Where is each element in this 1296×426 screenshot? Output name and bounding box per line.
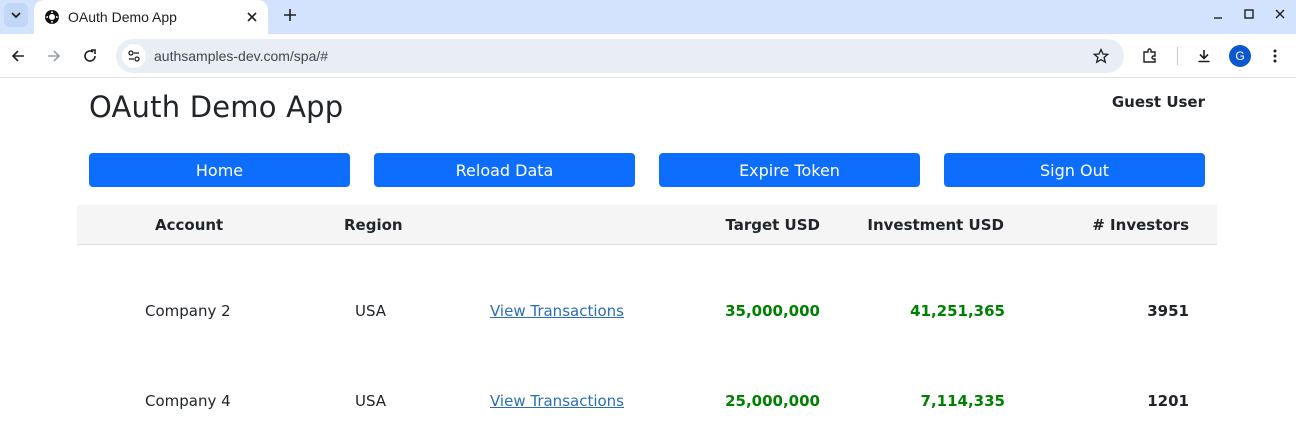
region-cell: USA xyxy=(355,302,387,320)
maximize-button[interactable] xyxy=(1239,4,1259,24)
column-header-target: Target USD xyxy=(725,216,820,234)
sign-out-button[interactable]: Sign Out xyxy=(944,153,1205,187)
profile-avatar[interactable]: G xyxy=(1229,45,1251,67)
download-icon xyxy=(1198,50,1210,63)
table-header xyxy=(77,205,1217,245)
browser-toolbar: authsamples-dev.com/spa/# G xyxy=(0,34,1296,78)
site-info-icon[interactable] xyxy=(122,44,146,68)
puzzle-icon xyxy=(1143,48,1156,63)
view-transactions-link[interactable]: View Transactions xyxy=(490,392,624,410)
close-icon[interactable] xyxy=(244,9,260,25)
arrow-right-icon xyxy=(48,50,61,62)
region-cell: USA xyxy=(355,392,387,410)
forward-button[interactable] xyxy=(42,44,66,68)
arrow-left-icon xyxy=(11,50,24,62)
back-button[interactable] xyxy=(6,44,30,68)
tab-strip: OAuth Demo App xyxy=(0,0,1296,34)
account-cell: Company 2 xyxy=(145,302,231,320)
page-title: OAuth Demo App xyxy=(89,90,344,124)
active-tab[interactable]: OAuth Demo App xyxy=(34,0,268,34)
expire-token-button[interactable]: Expire Token xyxy=(659,153,920,187)
bookmark-star-icon[interactable] xyxy=(1092,47,1110,65)
close-icon xyxy=(1275,9,1285,19)
more-vert-icon xyxy=(1273,49,1277,63)
home-button[interactable]: Home xyxy=(89,153,350,187)
minimize-icon xyxy=(1214,17,1222,19)
investors-cell: 1201 xyxy=(1147,392,1189,410)
new-tab-button[interactable] xyxy=(278,3,302,27)
column-header-investors: # Investors xyxy=(1092,216,1189,234)
reload-data-button[interactable]: Reload Data xyxy=(374,153,635,187)
extensions-button[interactable] xyxy=(1138,44,1162,68)
favicon-icon xyxy=(44,9,60,25)
maximize-icon xyxy=(1244,9,1254,19)
close-window-button[interactable] xyxy=(1270,4,1290,24)
investment-cell: 41,251,365 xyxy=(910,302,1005,320)
url-text[interactable]: authsamples-dev.com/spa/# xyxy=(154,48,328,64)
browser-menu-button[interactable] xyxy=(1263,44,1287,68)
investment-cell: 7,114,335 xyxy=(920,392,1005,410)
column-header-region: Region xyxy=(344,216,403,234)
target-cell: 25,000,000 xyxy=(725,392,820,410)
downloads-button[interactable] xyxy=(1192,44,1216,68)
tab-search-button[interactable] xyxy=(4,3,28,27)
reload-button[interactable] xyxy=(78,44,102,68)
tab-title: OAuth Demo App xyxy=(68,9,177,25)
target-cell: 35,000,000 xyxy=(725,302,820,320)
page-content: OAuth Demo App Guest User Home Reload Da… xyxy=(0,79,1296,426)
user-name: Guest User xyxy=(1111,93,1205,111)
reload-icon xyxy=(84,49,96,62)
column-header-investment: Investment USD xyxy=(867,216,1004,234)
view-transactions-link[interactable]: View Transactions xyxy=(490,302,624,320)
account-cell: Company 4 xyxy=(145,392,231,410)
column-header-account: Account xyxy=(155,216,224,234)
investors-cell: 3951 xyxy=(1147,302,1189,320)
plus-icon xyxy=(284,9,296,21)
toolbar-divider xyxy=(1177,47,1178,65)
address-bar[interactable]: authsamples-dev.com/spa/# xyxy=(116,39,1124,73)
chevron-down-icon xyxy=(11,12,21,19)
minimize-button[interactable] xyxy=(1208,4,1228,24)
